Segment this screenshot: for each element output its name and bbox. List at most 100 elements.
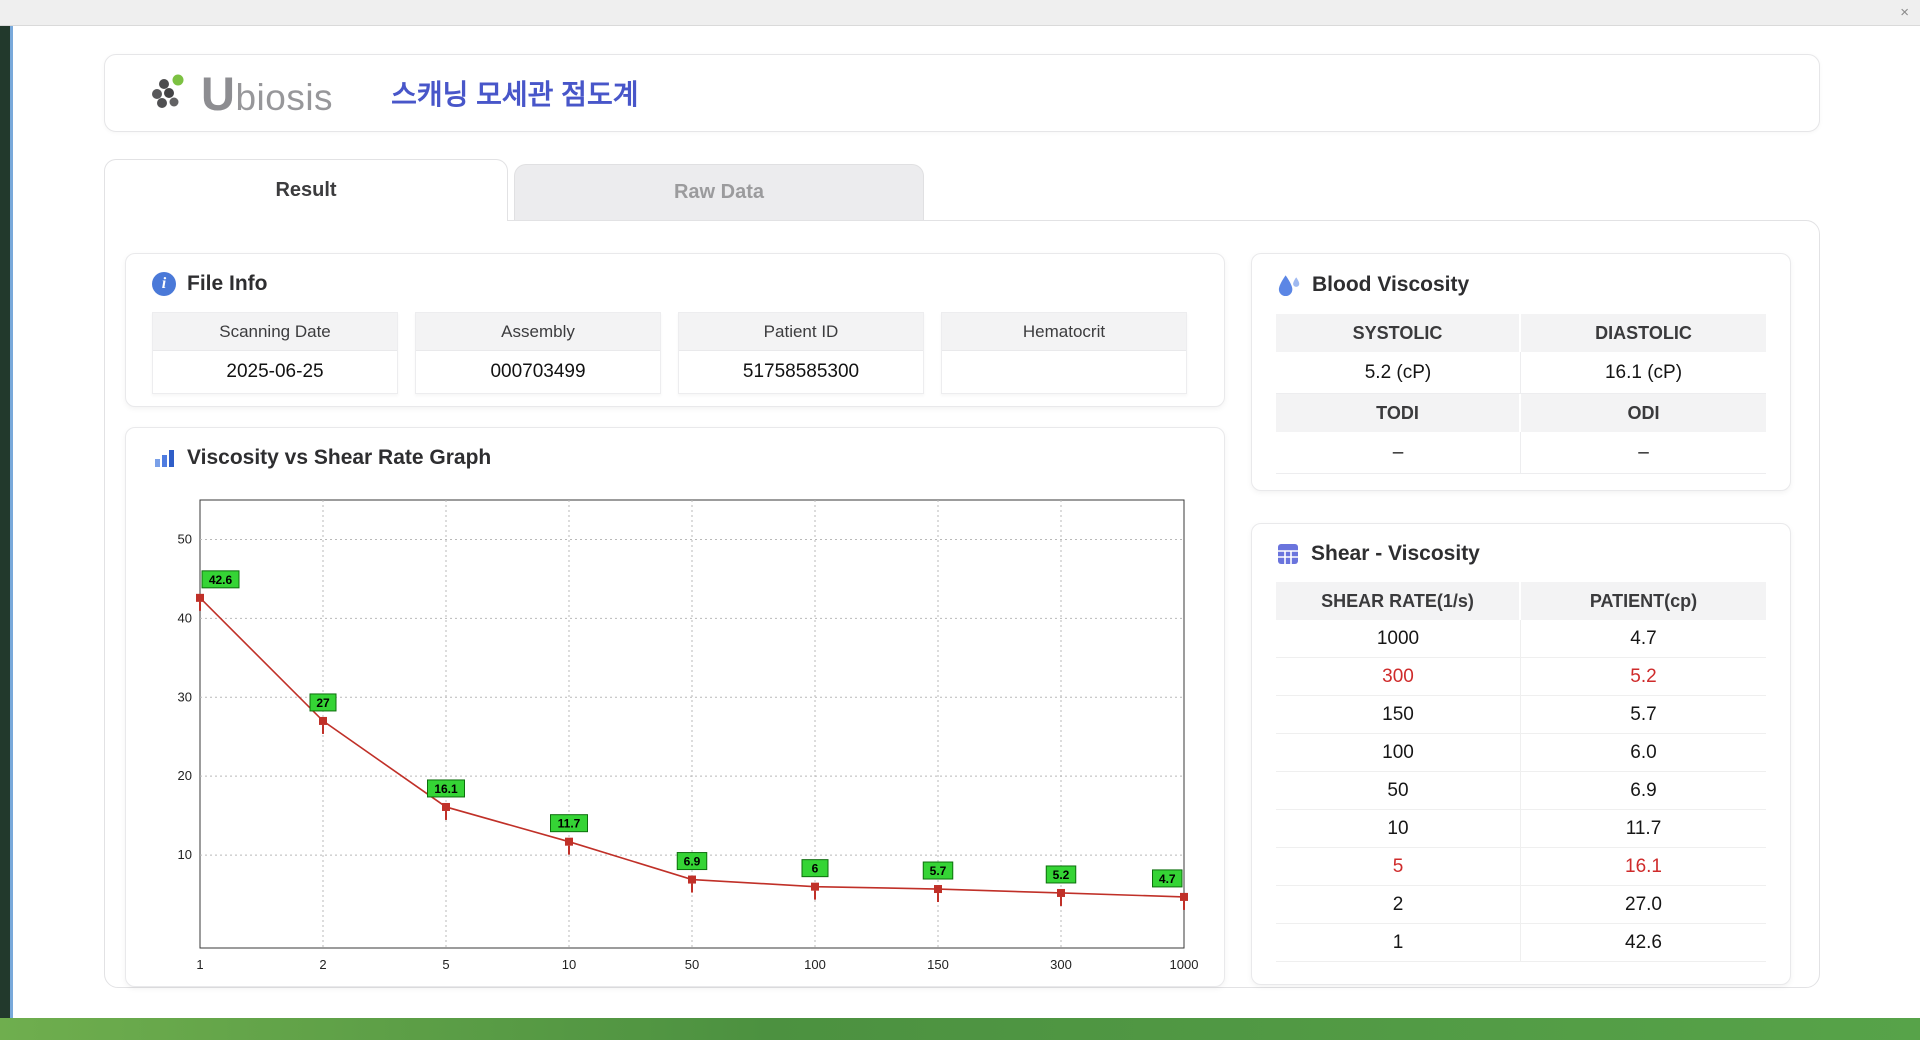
field-patient-id: Patient ID 51758585300	[678, 312, 924, 394]
svg-text:11.7: 11.7	[558, 817, 581, 831]
systolic-header: SYSTOLIC	[1276, 314, 1521, 352]
shear-rate-cell: 1000	[1276, 620, 1521, 658]
table-row: 50 6.9	[1276, 772, 1766, 810]
diastolic-header: DIASTOLIC	[1521, 314, 1766, 352]
brand-name: Ubiosis	[201, 66, 334, 120]
svg-text:5.7: 5.7	[930, 864, 947, 878]
patient-cell: 4.7	[1521, 620, 1766, 658]
svg-text:6.9: 6.9	[684, 855, 701, 869]
table-header-row: TODI ODI	[1276, 394, 1766, 432]
file-info-card: i File Info Scanning Date 2025-06-25 Ass…	[125, 253, 1225, 407]
window-titlebar: ×	[0, 0, 1920, 26]
table-header-row: SHEAR RATE(1/s) PATIENT(cp)	[1276, 582, 1766, 620]
odi-value: –	[1521, 432, 1766, 474]
svg-text:20: 20	[178, 768, 192, 783]
field-label: Scanning Date	[153, 313, 397, 351]
field-value: 2025-06-25	[226, 361, 324, 382]
app-title: 스캐닝 모세관 점도계	[391, 79, 639, 110]
shear-rate-cell: 1	[1276, 924, 1521, 962]
grape-logo-icon	[152, 74, 184, 108]
svg-text:5.2: 5.2	[1053, 868, 1070, 882]
patient-cell: 6.9	[1521, 772, 1766, 810]
droplet-icon	[1278, 275, 1300, 297]
patient-cell: 27.0	[1521, 886, 1766, 924]
blood-viscosity-table: SYSTOLIC DIASTOLIC 5.2 (cP) 16.1 (cP) TO…	[1276, 314, 1766, 474]
shear-rate-cell: 2	[1276, 886, 1521, 924]
tab-raw-data[interactable]: Raw Data	[514, 164, 924, 220]
table-header-row: SYSTOLIC DIASTOLIC	[1276, 314, 1766, 352]
svg-text:6: 6	[812, 862, 819, 876]
ubiosis-logo: Ubiosis	[147, 70, 333, 117]
info-icon: i	[152, 272, 176, 296]
blood-viscosity-card: Blood Viscosity SYSTOLIC DIASTOLIC 5.2 (…	[1251, 253, 1791, 491]
file-info-fields: Scanning Date 2025-06-25 Assembly 000703…	[152, 312, 1198, 394]
systolic-value: 5.2 (cP)	[1276, 352, 1521, 394]
viscosity-chart: 10 20 30 40 50 1 2 5 10 50 100 150 300 1000 42.6 27 16.1…	[178, 499, 1199, 972]
patient-cell: 42.6	[1521, 924, 1766, 962]
tab-raw-data-label: Raw Data	[673, 181, 765, 203]
svg-text:1000: 1000	[1170, 957, 1199, 972]
table-row: 1000 4.7	[1276, 620, 1766, 658]
shear-viscosity-header: Shear - Viscosity	[1276, 542, 1766, 566]
shear-viscosity-card: Shear - Viscosity SHEAR RATE(1/s) PATIEN…	[1251, 523, 1791, 985]
svg-text:50: 50	[178, 531, 192, 546]
svg-text:10: 10	[178, 847, 192, 862]
field-label: Hematocrit	[942, 313, 1186, 351]
field-assembly: Assembly 000703499	[415, 312, 661, 394]
svg-text:10: 10	[562, 957, 576, 972]
field-value	[942, 351, 1186, 393]
shear-rate-column-header: SHEAR RATE(1/s)	[1276, 582, 1521, 620]
blood-viscosity-title: Blood Viscosity	[1312, 273, 1470, 296]
svg-text:40: 40	[178, 610, 192, 625]
file-info-header: i File Info	[152, 272, 1198, 296]
field-hematocrit: Hematocrit	[941, 312, 1187, 394]
svg-text:150: 150	[927, 957, 949, 972]
table-row: 100 6.0	[1276, 734, 1766, 772]
tab-result[interactable]: Result	[104, 159, 508, 221]
app-header: Ubiosis 스캐닝 모세관 점도계	[104, 54, 1820, 132]
patient-cell: 16.1	[1521, 848, 1766, 886]
table-row: 300 5.2	[1276, 658, 1766, 696]
window-close-button[interactable]: ×	[1900, 4, 1909, 22]
patient-cell: 11.7	[1521, 810, 1766, 848]
todi-header: TODI	[1276, 394, 1521, 432]
todi-value: –	[1276, 432, 1521, 474]
patient-cell: 6.0	[1521, 734, 1766, 772]
blood-viscosity-header: Blood Viscosity	[1276, 272, 1766, 298]
field-value: 51758585300	[742, 361, 860, 382]
tab-result-label: Result	[275, 179, 337, 201]
table-row: – –	[1276, 432, 1766, 474]
desktop-background-strip	[0, 1018, 1920, 1040]
patient-cell: 5.2	[1521, 658, 1766, 696]
shear-rate-cell: 10	[1276, 810, 1521, 848]
patient-cell: 5.7	[1521, 696, 1766, 734]
file-info-title: File Info	[187, 272, 268, 295]
patient-column-header: PATIENT(cp)	[1521, 582, 1766, 620]
svg-text:30: 30	[178, 689, 192, 704]
shear-rate-cell: 5	[1276, 848, 1521, 886]
svg-text:2: 2	[319, 957, 326, 972]
field-label: Assembly	[416, 313, 660, 351]
graph-header: Viscosity vs Shear Rate Graph	[152, 446, 1198, 470]
svg-text:16.1: 16.1	[434, 782, 458, 796]
svg-text:300: 300	[1050, 957, 1072, 972]
table-row: 1 42.6	[1276, 924, 1766, 962]
svg-text:5: 5	[442, 957, 449, 972]
field-label: Patient ID	[679, 313, 923, 351]
shear-rate-cell: 50	[1276, 772, 1521, 810]
odi-header: ODI	[1521, 394, 1766, 432]
field-value: 000703499	[490, 361, 586, 382]
app-window: × Ubiosis 스캐닝 모세관 점도계 Result Raw Data i …	[0, 0, 1920, 1018]
table-row: 150 5.7	[1276, 696, 1766, 734]
diastolic-value: 16.1 (cP)	[1521, 352, 1766, 394]
shear-rate-cell: 100	[1276, 734, 1521, 772]
shear-viscosity-table: SHEAR RATE(1/s) PATIENT(cp) 1000 4.7 300…	[1276, 582, 1766, 962]
shear-rate-cell: 150	[1276, 696, 1521, 734]
graph-card: Viscosity vs Shear Rate Graph 10 20 30 40 50…	[125, 427, 1225, 987]
svg-text:50: 50	[685, 957, 699, 972]
shear-rate-cell: 300	[1276, 658, 1521, 696]
table-row: 10 11.7	[1276, 810, 1766, 848]
table-row: 2 27.0	[1276, 886, 1766, 924]
svg-text:42.6: 42.6	[209, 573, 233, 587]
table-row: 5.2 (cP) 16.1 (cP)	[1276, 352, 1766, 394]
